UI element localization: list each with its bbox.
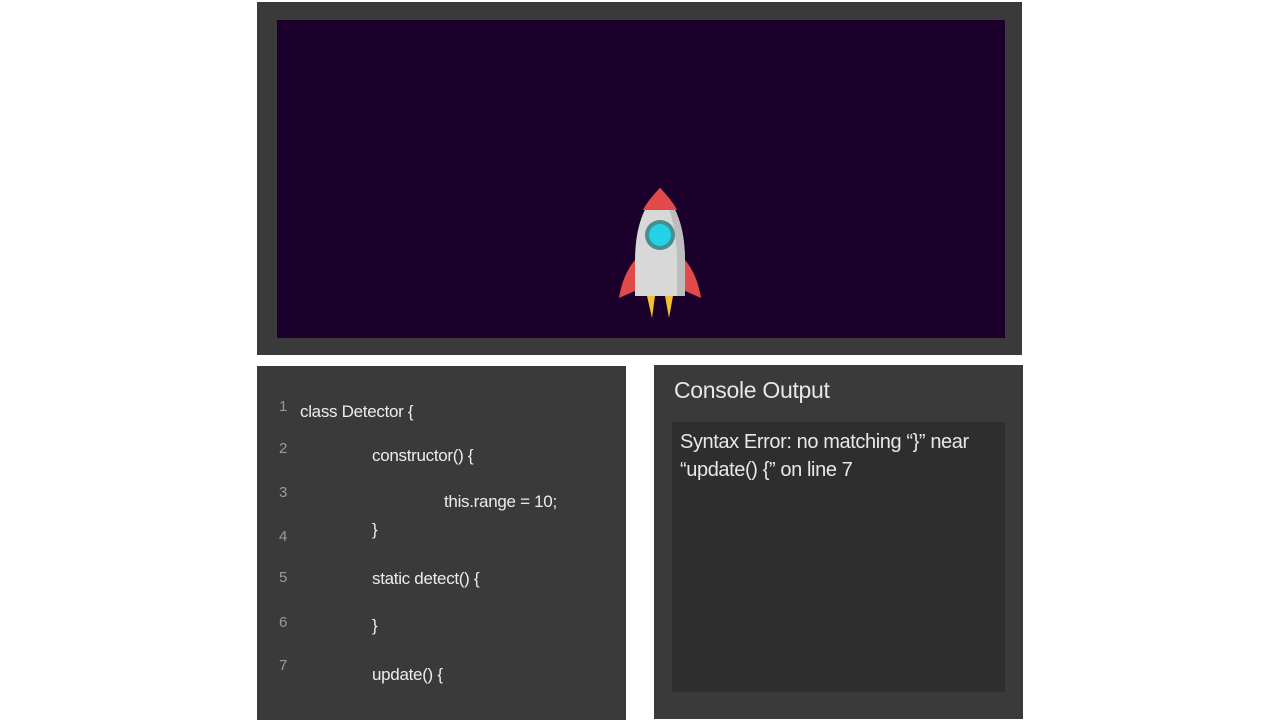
code-text[interactable]: }: [372, 616, 378, 636]
code-line[interactable]: 3 this.range = 10;: [257, 484, 626, 512]
code-line[interactable]: 1 class Detector {: [257, 398, 626, 426]
line-number: 1: [279, 398, 288, 415]
code-text[interactable]: constructor() {: [372, 446, 474, 466]
code-text[interactable]: update() {: [372, 665, 443, 685]
code-line[interactable]: 5 static detect() {: [257, 569, 626, 597]
stage-frame: [257, 2, 1022, 355]
line-number: 4: [279, 528, 288, 545]
code-line[interactable]: 2 constructor() {: [257, 440, 626, 468]
line-number: 7: [279, 657, 288, 674]
code-line[interactable]: 4: [257, 528, 626, 556]
line-number: 2: [279, 440, 288, 457]
code-line[interactable]: 6 }: [257, 614, 626, 642]
line-number: 6: [279, 614, 288, 631]
code-text[interactable]: static detect() {: [372, 569, 480, 589]
console-title: Console Output: [674, 377, 830, 403]
console-panel: Console Output Syntax Error: no matching…: [654, 365, 1023, 719]
code-editor[interactable]: 1 class Detector { 2 constructor() { 3 t…: [257, 366, 626, 720]
console-error-message: Syntax Error: no matching “}” near “upda…: [680, 431, 969, 481]
code-line[interactable]: 7 update() {: [257, 657, 626, 685]
code-text[interactable]: class Detector {: [300, 402, 414, 422]
game-stage[interactable]: [277, 20, 1005, 338]
line-number: 3: [279, 484, 288, 501]
rocket-icon[interactable]: [615, 180, 705, 320]
console-output-area[interactable]: Syntax Error: no matching “}” near “upda…: [672, 422, 1005, 692]
code-text[interactable]: this.range = 10;: [444, 492, 557, 512]
line-number: 5: [279, 569, 288, 586]
